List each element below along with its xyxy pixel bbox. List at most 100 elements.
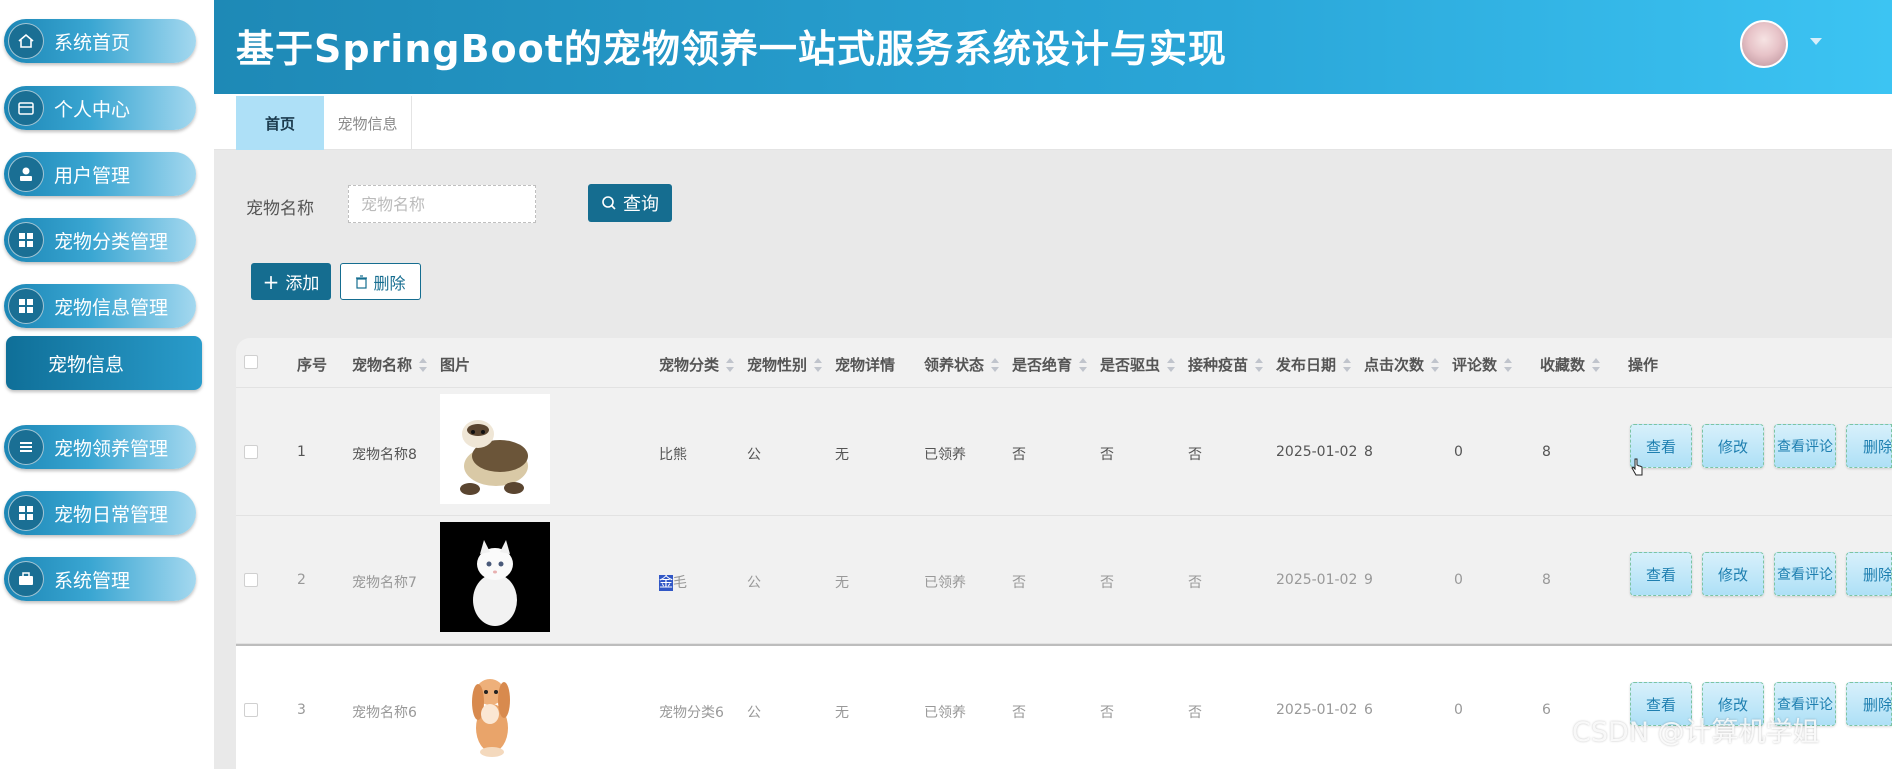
add-button[interactable]: + 添加: [251, 263, 331, 300]
sidebar-item-home[interactable]: 系统首页: [4, 19, 196, 63]
col-header-neutered[interactable]: 是否绝育: [1012, 354, 1088, 375]
cell-status: 已领养: [924, 447, 966, 463]
view-comments-button[interactable]: 查看评论: [1774, 552, 1836, 596]
cell-name: 宠物名称6: [352, 705, 417, 721]
row-checkbox[interactable]: [244, 703, 258, 717]
sidebar-item-label: 个人中心: [54, 98, 131, 121]
chevron-down-icon[interactable]: [1810, 38, 1822, 45]
list-icon: [8, 429, 44, 465]
col-header-clicks[interactable]: 点击次数: [1364, 354, 1440, 375]
sidebar-item-label: 用户管理: [54, 164, 131, 187]
table-row: 3 宠物名称6 宠物分类6 公 无 已领养 否 否 否 2025-01-02 6…: [236, 644, 1892, 769]
sidebar-item-label: 系统管理: [54, 569, 131, 592]
col-header-date[interactable]: 发布日期: [1276, 354, 1352, 375]
cell-status: 已领养: [924, 575, 966, 591]
cell-comments: 0: [1454, 444, 1463, 460]
sidebar-item-pet-info-management[interactable]: 宠物信息管理: [4, 284, 196, 328]
wallet-icon: [8, 90, 44, 126]
edit-button[interactable]: 修改: [1702, 424, 1764, 468]
cell-vaccinated: 否: [1188, 575, 1202, 591]
sort-icon: [1255, 357, 1264, 372]
sort-icon: [726, 357, 735, 372]
search-label: 宠物名称: [246, 199, 314, 219]
col-header-comments[interactable]: 评论数: [1452, 354, 1513, 375]
cell-vaccinated: 否: [1188, 447, 1202, 463]
view-button[interactable]: 查看: [1630, 552, 1692, 596]
add-button-label: 添加: [285, 274, 320, 294]
cell-detail: 无: [835, 705, 849, 721]
col-header-vaccinated[interactable]: 接种疫苗: [1188, 354, 1264, 375]
pet-table: 序号 宠物名称 图片 宠物分类 宠物性别 宠物详情 领养状态 是否绝育 是否驱虫…: [236, 338, 1892, 769]
col-header-status[interactable]: 领养状态: [924, 354, 1000, 375]
col-header-favorites[interactable]: 收藏数: [1540, 354, 1601, 375]
row-checkbox[interactable]: [244, 445, 258, 459]
cell-dewormed: 否: [1100, 575, 1114, 591]
cell-favorites: 6: [1542, 702, 1551, 718]
delete-button-label: 删除: [373, 273, 406, 293]
cell-dewormed: 否: [1100, 705, 1114, 721]
sidebar-item-label: 宠物领养管理: [54, 437, 169, 460]
search-button-label: 查询: [623, 194, 659, 215]
row-checkbox[interactable]: [244, 573, 258, 587]
cell-category: 金毛: [659, 575, 687, 591]
cell-comments: 0: [1454, 702, 1463, 718]
sidebar-item-personal-center[interactable]: 个人中心: [4, 86, 196, 130]
sort-icon: [1504, 357, 1513, 372]
sidebar-item-label: 宠物信息管理: [54, 296, 169, 319]
header: 基于SpringBoot的宠物领养一站式服务系统设计与实现: [214, 0, 1892, 94]
grid-icon: [8, 222, 44, 258]
sidebar-item-label: 宠物日常管理: [54, 503, 169, 526]
edit-button[interactable]: 修改: [1702, 552, 1764, 596]
cell-status: 已领养: [924, 705, 966, 721]
hand-cursor-icon: [1631, 458, 1643, 476]
col-header-actions: 操作: [1628, 356, 1659, 374]
tab-home[interactable]: 首页: [236, 96, 324, 150]
select-all-checkbox[interactable]: [244, 355, 258, 369]
plus-icon: +: [262, 269, 280, 294]
pet-image-ferret: [440, 394, 550, 504]
cell-index: 2: [297, 572, 306, 588]
cell-gender: 公: [747, 705, 761, 721]
cell-vaccinated: 否: [1188, 705, 1202, 721]
user-icon: [8, 156, 44, 192]
view-comments-button[interactable]: 查看评论: [1774, 424, 1836, 468]
col-header-dewormed[interactable]: 是否驱虫: [1100, 354, 1176, 375]
cell-clicks: 9: [1364, 572, 1373, 588]
watermark: CSDN @计算机学姐: [1572, 717, 1820, 748]
home-icon: [8, 23, 44, 59]
sort-icon: [991, 357, 1000, 372]
sort-icon: [814, 357, 823, 372]
avatar[interactable]: [1740, 20, 1788, 68]
sidebar-item-daily-management[interactable]: 宠物日常管理: [4, 491, 196, 535]
search-button[interactable]: 查询: [588, 184, 672, 222]
search-input[interactable]: [348, 185, 536, 223]
cell-neutered: 否: [1012, 705, 1026, 721]
sidebar-item-label: 宠物分类管理: [54, 230, 169, 253]
cell-date: 2025-01-02: [1276, 702, 1358, 718]
remove-button[interactable]: 删除: [1846, 682, 1892, 726]
sidebar-item-system-management[interactable]: 系统管理: [4, 557, 196, 601]
cell-name: 宠物名称7: [352, 575, 417, 591]
col-header-category[interactable]: 宠物分类: [659, 354, 735, 375]
tab-pet-info[interactable]: 宠物信息: [324, 96, 412, 150]
table-row: 2 宠物名称7 金毛 公 无 已领养 否 否 否 2025-01-02 9 0 …: [236, 516, 1892, 644]
sidebar-item-adoption-management[interactable]: 宠物领养管理: [4, 425, 196, 469]
sidebar-item-user-management[interactable]: 用户管理: [4, 152, 196, 196]
col-header-image: 图片: [440, 356, 471, 374]
col-header-detail: 宠物详情: [835, 356, 896, 374]
delete-button[interactable]: 删除: [340, 263, 421, 300]
col-header-name[interactable]: 宠物名称: [352, 354, 428, 375]
pet-image-rabbit: [440, 652, 550, 762]
cell-gender: 公: [747, 447, 761, 463]
cell-favorites: 8: [1542, 572, 1551, 588]
cell-index: 1: [297, 444, 306, 460]
sidebar-item-pet-category[interactable]: 宠物分类管理: [4, 218, 196, 262]
tab-bar: 首页 宠物信息: [214, 94, 1892, 150]
remove-button[interactable]: 删除: [1846, 552, 1892, 596]
col-header-gender[interactable]: 宠物性别: [747, 354, 823, 375]
page-title: 基于SpringBoot的宠物领养一站式服务系统设计与实现: [236, 27, 1227, 71]
cell-detail: 无: [835, 447, 849, 463]
remove-button[interactable]: 删除: [1846, 424, 1892, 468]
sort-icon: [1431, 357, 1440, 372]
sidebar-subitem-pet-info[interactable]: 宠物信息: [6, 336, 202, 390]
